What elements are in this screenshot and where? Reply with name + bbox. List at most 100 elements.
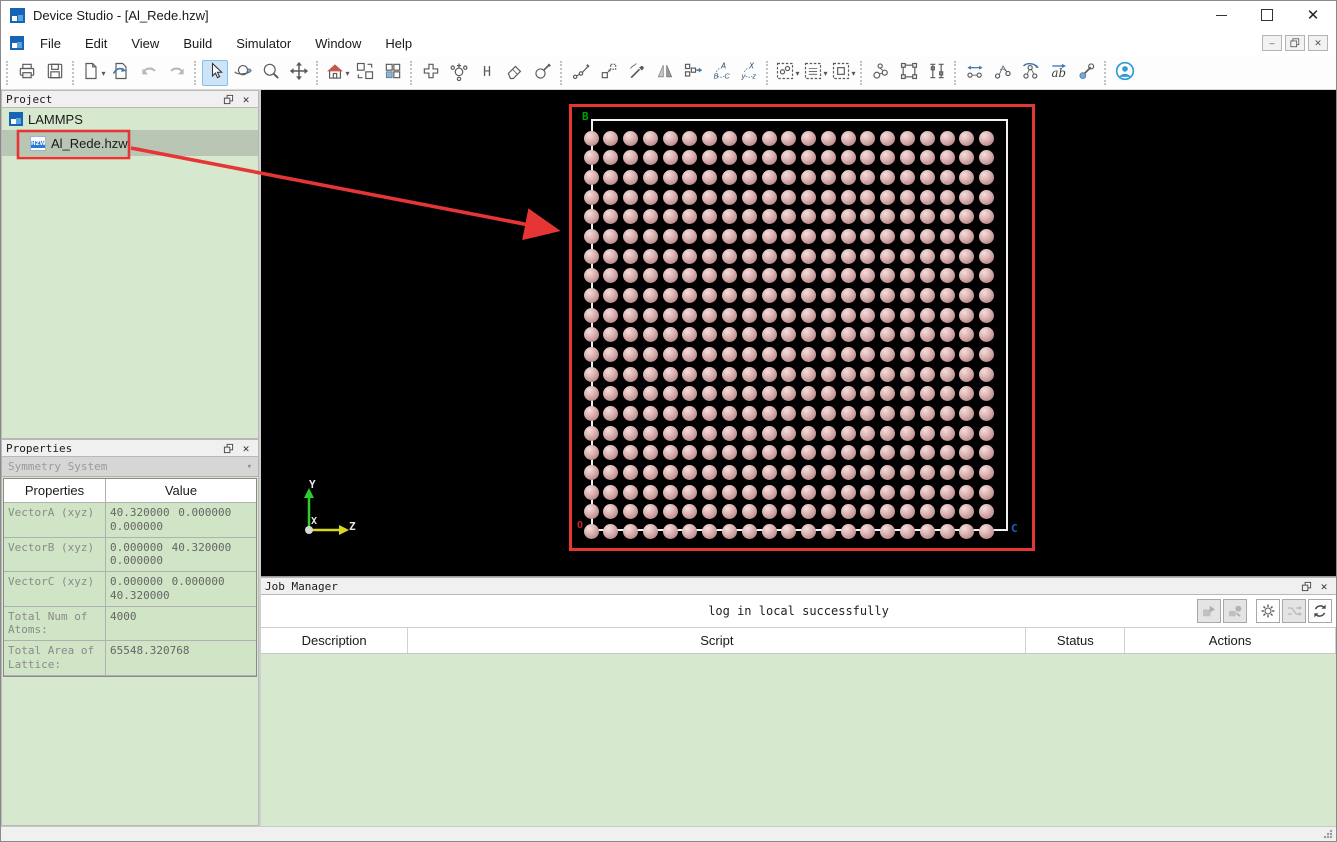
tree-item-lammps[interactable]: LAMMPS (2, 108, 258, 130)
measure-angle-button[interactable] (990, 60, 1016, 86)
build-supercell-button[interactable] (896, 60, 922, 86)
undo-button[interactable] (136, 60, 162, 86)
pan-view-button[interactable] (286, 60, 312, 86)
menu-window[interactable]: Window (303, 32, 373, 55)
atom (899, 346, 915, 362)
swap-abc-axes-button[interactable]: ABC (708, 60, 734, 86)
mdi-minimize-button[interactable]: – (1262, 35, 1282, 51)
bond-length-button[interactable] (1074, 60, 1100, 86)
atom (939, 307, 955, 323)
properties-float-button[interactable] (220, 441, 236, 455)
atom (761, 425, 777, 441)
open-project-button[interactable] (14, 60, 40, 86)
user-account-button[interactable] (1112, 60, 1138, 86)
modify-bond-button[interactable] (568, 60, 594, 86)
submit-job-button[interactable] (1197, 599, 1221, 623)
redo-button[interactable] (164, 60, 190, 86)
project-close-button[interactable]: ✕ (238, 92, 254, 106)
menu-view[interactable]: View (119, 32, 171, 55)
replace-fragment-button[interactable] (680, 60, 706, 86)
symmetry-system-dropdown[interactable]: Symmetry System ▾ (1, 457, 259, 477)
menu-help[interactable]: Help (373, 32, 424, 55)
job-col-status[interactable]: Status (1026, 628, 1126, 653)
select-region-button[interactable]: ▾ (830, 60, 856, 86)
select-atoms-button[interactable]: ▾ (774, 60, 800, 86)
build-slab-button[interactable] (924, 60, 950, 86)
minimize-button[interactable] (1198, 1, 1244, 29)
mirror-button[interactable] (652, 60, 678, 86)
build-molecule-button[interactable] (868, 60, 894, 86)
atom (939, 425, 955, 441)
atom (761, 445, 777, 461)
window-grid-button[interactable] (380, 60, 406, 86)
atom (840, 445, 856, 461)
atom (840, 366, 856, 382)
atom (761, 209, 777, 225)
mdi-close-button[interactable]: ✕ (1308, 35, 1328, 51)
atom (761, 504, 777, 520)
select-configuration-button[interactable]: ▾ (802, 60, 828, 86)
edit-structure-button[interactable] (624, 60, 650, 86)
chevron-down-icon: ▾ (246, 461, 252, 472)
menu-build[interactable]: Build (171, 32, 224, 55)
chevron-down-icon[interactable]: ▾ (796, 69, 800, 78)
device-studio-window: Device Studio - [Al_Rede.hzw] ✕ File Edit… (0, 0, 1337, 842)
settings-gear-button[interactable] (1256, 599, 1280, 623)
save-icon (45, 61, 65, 86)
tree-item-label: Al_Rede.hzw (51, 135, 128, 151)
job-manager-close-button[interactable]: ✕ (1316, 579, 1332, 593)
add-hydrogen-button[interactable]: H (474, 60, 500, 86)
atom (623, 405, 639, 421)
title-bar: Device Studio - [Al_Rede.hzw] ✕ (1, 1, 1336, 29)
menu-edit[interactable]: Edit (73, 32, 119, 55)
home-view-button[interactable]: ▾ (324, 60, 350, 86)
extend-cell-button[interactable] (596, 60, 622, 86)
job-col-description[interactable]: Description (261, 628, 409, 653)
label-ab-button[interactable]: ab (1046, 60, 1072, 86)
add-structure-button[interactable] (418, 60, 444, 86)
menu-simulator[interactable]: Simulator (224, 32, 303, 55)
tile-windows-button[interactable] (352, 60, 378, 86)
swap-xyz-axes-button[interactable]: Xyz (736, 60, 762, 86)
zoom-view-button[interactable] (258, 60, 284, 86)
rotate-view-button[interactable] (230, 60, 256, 86)
refresh-button[interactable] (1308, 599, 1332, 623)
modify-element-button[interactable] (530, 60, 556, 86)
atom (721, 464, 737, 480)
swap-abc-axes-icon: ABC (711, 61, 731, 86)
job-col-script[interactable]: Script (408, 628, 1027, 653)
transfer-button[interactable] (1282, 599, 1306, 623)
add-atom-button[interactable] (446, 60, 472, 86)
chevron-down-icon[interactable]: ▾ (852, 69, 856, 78)
chevron-down-icon[interactable]: ▾ (102, 69, 106, 78)
project-float-button[interactable] (220, 92, 236, 106)
new-file-button[interactable]: ▾ (80, 60, 106, 86)
mdi-restore-button[interactable] (1285, 35, 1305, 51)
select-cursor-icon (205, 61, 225, 86)
job-manager-float-button[interactable] (1298, 579, 1314, 593)
submit-script-button[interactable] (1223, 599, 1247, 623)
chevron-down-icon[interactable]: ▾ (346, 69, 350, 78)
atom (820, 405, 836, 421)
menu-file[interactable]: File (28, 32, 73, 55)
maximize-button[interactable] (1244, 1, 1290, 29)
job-col-actions[interactable]: Actions (1125, 628, 1336, 653)
select-cursor-button[interactable] (202, 60, 228, 86)
atom (761, 150, 777, 166)
properties-close-button[interactable]: ✕ (238, 441, 254, 455)
save-button[interactable] (42, 60, 68, 86)
3d-viewport[interactable]: B O C Y X Z (261, 90, 1336, 576)
atom (662, 288, 678, 303)
resize-grip-icon[interactable] (1323, 829, 1333, 839)
atom (899, 464, 915, 480)
import-file-button[interactable] (108, 60, 134, 86)
tree-item-al-rede-hzw[interactable]: HZW Al_Rede.hzw (2, 130, 258, 156)
chevron-down-icon[interactable]: ▾ (824, 69, 828, 78)
atom (919, 386, 935, 402)
atom (623, 130, 639, 146)
eraser-button[interactable] (502, 60, 528, 86)
atom (781, 189, 797, 205)
measure-distance-button[interactable] (962, 60, 988, 86)
close-button[interactable]: ✕ (1290, 1, 1336, 29)
measure-torsion-button[interactable] (1018, 60, 1044, 86)
